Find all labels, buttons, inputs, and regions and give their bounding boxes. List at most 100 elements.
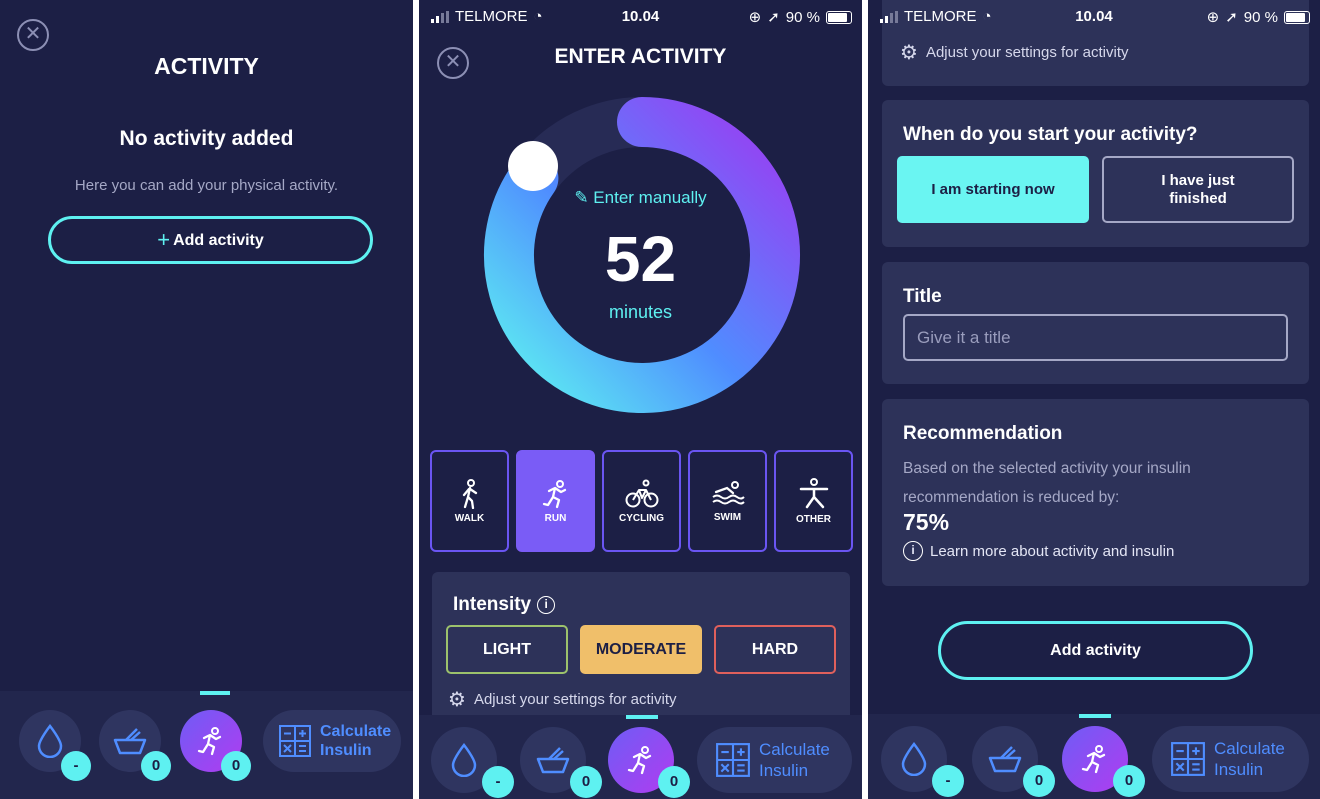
lock-rotation-icon: ⊕ [748,9,762,26]
status-right: ⊕ ➚ 90 % [749,8,852,26]
bottom-nav: - 0 0 Calculate Insulin [0,691,413,799]
activity-label: RUN [544,512,567,524]
calculate-label: Calculate [320,723,392,740]
activity-cycling[interactable]: CYCLING [602,450,681,552]
plus-icon: + [157,227,171,252]
recommendation-value: 75% [903,509,950,535]
run-icon [627,746,652,775]
drop-icon [37,724,63,758]
adjust-settings-label: Adjust your settings for activity [925,44,1129,61]
status-right: ⊕ ➚ 90 % [1207,8,1310,26]
run-icon [1081,745,1106,774]
bowl-icon [988,746,1022,773]
activity-details-screen: ⚙ Adjust your settings for activity TELM… [868,0,1320,799]
adjust-settings-link[interactable]: ⚙ Adjust your settings for activity [448,687,677,712]
calculate-insulin-button[interactable]: Calculate Insulin [1152,726,1309,792]
calculator-icon [1171,742,1205,776]
insulin-label: Insulin [1214,760,1264,779]
battery-icon [1284,10,1310,24]
empty-state-text: Here you can add your physical activity. [74,177,339,194]
other-icon [799,477,828,508]
gear-icon: ⚙ [900,42,918,64]
add-activity-label: Add activity [173,232,264,249]
intensity-moderate-button[interactable]: MODERATE [580,625,702,674]
calculate-label: Calculate [1214,739,1285,758]
calculator-icon [279,725,311,757]
info-icon: i [903,541,923,561]
intensity-light-button[interactable]: LIGHT [446,625,568,674]
activity-other[interactable]: OTHER [774,450,853,552]
add-activity-button[interactable]: + Add activity [48,216,373,264]
glucose-badge: - [61,751,91,781]
title-card: Title [882,262,1309,384]
empty-state-title: No activity added [119,127,294,150]
recommendation-text: Based on the selected activity your insu… [903,460,1191,506]
bowl-icon [536,747,570,774]
start-time-card: When do you start your activity? I am st… [882,100,1309,247]
cycling-icon [625,479,658,507]
activity-swim[interactable]: SWIM [688,450,767,552]
run-icon [542,479,566,508]
activity-label: WALK [454,512,485,524]
intensity-title: Intensity [453,594,532,615]
activity-label: CYCLING [619,512,664,524]
status-bar: TELMORE ◔ 10.04 ⊕ ➚ 90 % [868,8,1320,28]
title-input[interactable] [903,314,1288,361]
lock-rotation-icon: ⊕ [1206,9,1220,26]
learn-more-link[interactable]: i Learn more about activity and insulin [903,541,1174,561]
adjust-settings-label: Adjust your settings for activity [473,691,677,708]
swim-icon [711,480,745,504]
learn-more-label: Learn more about activity and insulin [930,542,1175,560]
carbs-badge: 0 [141,751,171,781]
activity-label: OTHER [796,513,831,525]
info-icon[interactable]: i [537,596,556,614]
recommendation-title: Recommendation [903,423,1063,444]
title-label: Title [903,286,942,307]
activity-label: SWIM [713,511,742,523]
recommendation-card: Recommendation Based on the selected act… [882,399,1309,586]
carbs-badge: 0 [570,766,602,798]
activity-screen: ✕ ACTIVITY No activity added Here you ca… [0,0,413,799]
insulin-label: Insulin [759,761,809,780]
activity-badge: 0 [1113,765,1145,797]
insulin-label: Insulin [320,742,372,759]
enter-manually-link[interactable]: ✎ Enter manually [419,188,862,208]
activity-run[interactable]: RUN [516,450,595,552]
page-title: ACTIVITY [154,53,259,79]
glucose-badge: - [932,765,964,797]
adjust-settings-link[interactable]: ⚙ Adjust your settings for activity [900,40,1129,65]
add-activity-button[interactable]: Add activity [938,621,1253,680]
carbs-badge: 0 [1023,765,1055,797]
bottom-nav: - 0 0 Calculate Insulin [868,714,1320,799]
just-finished-button[interactable]: I have just finished [1102,156,1294,223]
enter-activity-screen: TELMORE ◔ 10.04 ⊕ ➚ 90 % ✕ ENTER ACTIVIT… [419,0,862,799]
activity-walk[interactable]: WALK [430,450,509,552]
calculate-insulin-button[interactable]: Calculate Insulin [697,727,852,793]
bottom-nav: - 0 0 Calculate Insulin [419,715,862,799]
page-title: ENTER ACTIVITY [554,45,727,68]
intensity-hard-button[interactable]: HARD [714,625,836,674]
drop-icon [901,742,927,776]
gear-icon: ⚙ [448,689,466,711]
starting-now-button[interactable]: I am starting now [897,156,1089,223]
nav-indicator [200,691,230,695]
drop-icon [451,743,477,777]
location-icon: ➚ [767,9,780,26]
calculator-icon [716,743,750,777]
battery-percent: 90 % [785,8,820,26]
intensity-card: Intensity i LIGHT MODERATE HARD ⚙ Adjust … [432,572,850,722]
glucose-badge: - [482,766,514,798]
status-bar: TELMORE ◔ 10.04 ⊕ ➚ 90 % [419,8,862,28]
calculate-label: Calculate [759,740,830,759]
start-question: When do you start your activity? [903,124,1198,145]
intensity-heading: Intensity i [453,594,556,616]
location-icon: ➚ [1225,9,1238,26]
run-icon [197,727,222,756]
close-icon[interactable]: ✕ [17,19,49,51]
duration-value: 52 [604,223,677,295]
calculate-insulin-button[interactable]: Calculate Insulin [263,710,401,772]
enter-manually-label: Enter manually [593,188,707,207]
activity-badge: 0 [221,751,251,781]
battery-percent: 90 % [1243,8,1278,26]
bowl-icon [113,728,147,755]
